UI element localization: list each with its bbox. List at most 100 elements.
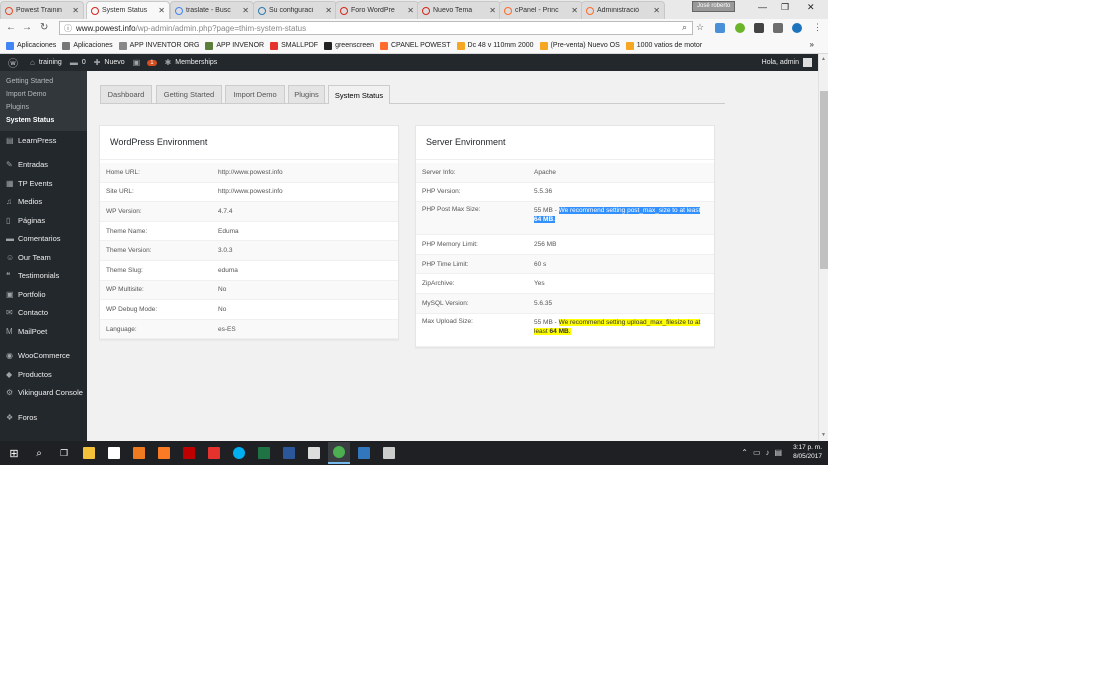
- nav-tab[interactable]: Plugins: [288, 85, 325, 103]
- start-button[interactable]: ⊞: [3, 443, 25, 463]
- sidebar-item[interactable]: ◆ Productos: [0, 365, 87, 384]
- taskbar-app[interactable]: [203, 443, 225, 463]
- bookmark-item[interactable]: Aplicaciones: [6, 41, 56, 50]
- adminbar-site[interactable]: ⌂ training: [30, 58, 62, 67]
- browser-tab[interactable]: System Status ✕: [86, 1, 170, 19]
- sidebar-item[interactable]: M MailPoet: [0, 322, 87, 341]
- bookmarks-overflow-icon[interactable]: »: [810, 40, 814, 49]
- page-scrollbar[interactable]: ▲ ▼: [818, 54, 828, 441]
- sidebar-item[interactable]: ✎ Entradas: [0, 156, 87, 175]
- tab-close-icon[interactable]: ✕: [407, 6, 414, 15]
- sidebar-item[interactable]: ❝ Testimonials: [0, 267, 87, 286]
- scroll-up-icon[interactable]: ▲: [821, 56, 826, 62]
- adminbar-memberships[interactable]: ✱ Memberships: [165, 58, 218, 67]
- sidebar-item[interactable]: ♫ Medios: [0, 193, 87, 212]
- page-info-icon[interactable]: ⓘ: [64, 23, 72, 34]
- taskbar-app[interactable]: [378, 443, 400, 463]
- sidebar-item[interactable]: ▯ Páginas: [0, 211, 87, 230]
- back-icon[interactable]: ←: [6, 22, 16, 33]
- forward-icon[interactable]: →: [22, 22, 32, 33]
- bookmark-item[interactable]: 1000 vatios de motor: [625, 41, 702, 50]
- clock[interactable]: 3:17 p. m. 8/05/2017: [793, 443, 822, 461]
- sidebar-item[interactable]: ▦ TP Events: [0, 174, 87, 193]
- address-bar[interactable]: ⓘ www.powest.info/wp-admin/admin.php?pag…: [59, 21, 693, 35]
- nav-tab[interactable]: Getting Started: [156, 85, 222, 103]
- tab-close-icon[interactable]: ✕: [72, 6, 79, 15]
- volume-icon[interactable]: ♪: [766, 448, 770, 457]
- bookmark-item[interactable]: APP INVENTOR ORG: [118, 41, 199, 50]
- taskbar-app[interactable]: [303, 443, 325, 463]
- scroll-down-icon[interactable]: ▼: [821, 432, 826, 438]
- adminbar-account[interactable]: Hola, admin: [762, 58, 812, 67]
- sidebar-item[interactable]: ▬ Comentarios: [0, 230, 87, 249]
- sidebar-item[interactable]: ▣ Portfolio: [0, 285, 87, 304]
- submenu-item[interactable]: Plugins: [0, 101, 87, 114]
- tab-close-icon[interactable]: ✕: [158, 6, 165, 15]
- browser-tab[interactable]: Foro WordPre ✕: [335, 1, 419, 19]
- wordpress-logo-icon[interactable]: ⓦ: [8, 55, 22, 70]
- extension-blue-icon[interactable]: [792, 23, 802, 33]
- browser-tab[interactable]: Powest Trainin ✕: [0, 1, 84, 19]
- extension-dark-icon[interactable]: [754, 23, 764, 33]
- browser-tab[interactable]: Su configuraci ✕: [253, 1, 337, 19]
- sidebar-item[interactable]: ⚙ Vikinguard Console: [0, 384, 87, 403]
- taskbar-app[interactable]: [153, 443, 175, 463]
- sidebar-item[interactable]: ☺ Our Team: [0, 248, 87, 267]
- battery-icon[interactable]: ▭: [753, 448, 761, 457]
- network-icon[interactable]: ▤: [775, 448, 783, 457]
- nav-tab[interactable]: System Status: [328, 85, 390, 104]
- bookmark-star-icon[interactable]: ☆: [696, 22, 704, 33]
- bookmark-item[interactable]: APP INVENOR: [205, 41, 264, 50]
- bookmark-item[interactable]: (Pre-venta) Nuevo OS: [539, 41, 620, 50]
- task-view-button[interactable]: ❐: [53, 443, 75, 463]
- scrollbar-thumb[interactable]: [820, 91, 828, 269]
- adminbar-new[interactable]: ✚ Nuevo: [94, 58, 125, 67]
- sidebar-item[interactable]: ✉ Contacto: [0, 304, 87, 323]
- nav-tab[interactable]: Dashboard: [100, 85, 152, 103]
- taskbar-app[interactable]: [253, 443, 275, 463]
- taskbar-app[interactable]: [128, 443, 150, 463]
- recommendation-warning[interactable]: We recommend setting post_max_size to at…: [534, 207, 701, 224]
- search-button[interactable]: ⌕: [28, 443, 50, 463]
- sidebar-item[interactable]: ◉ WooCommerce: [0, 347, 87, 366]
- tab-close-icon[interactable]: ✕: [489, 6, 496, 15]
- zoom-search-icon[interactable]: ⌕: [682, 22, 687, 33]
- bookmark-item[interactable]: CPANEL POWEST: [380, 41, 451, 50]
- submenu-item[interactable]: Import Demo: [0, 88, 87, 101]
- taskbar-app[interactable]: [228, 443, 250, 463]
- browser-tab[interactable]: Nuevo Tema ✕: [417, 1, 501, 19]
- taskbar-app[interactable]: [328, 442, 350, 464]
- translate-extension-icon[interactable]: [715, 23, 725, 33]
- tab-close-icon[interactable]: ✕: [653, 6, 660, 15]
- taskbar-app[interactable]: [353, 443, 375, 463]
- taskbar-app[interactable]: [178, 443, 200, 463]
- reload-icon[interactable]: ↻: [40, 22, 48, 33]
- submenu-item[interactable]: Getting Started: [0, 75, 87, 88]
- sidebar-item[interactable]: ❖ Foros: [0, 408, 87, 427]
- extension-green-icon[interactable]: [735, 23, 745, 33]
- tray-expand-icon[interactable]: ⌃: [741, 448, 748, 457]
- browser-tab[interactable]: traslate - Busc ✕: [170, 1, 254, 19]
- adminbar-comments[interactable]: ▬ 0: [70, 58, 86, 67]
- taskbar-app[interactable]: [78, 443, 100, 463]
- tab-close-icon[interactable]: ✕: [571, 6, 578, 15]
- profile-button[interactable]: José roberto: [692, 1, 736, 12]
- bookmark-item[interactable]: Aplicaciones: [62, 41, 113, 50]
- taskbar-app[interactable]: [278, 443, 300, 463]
- sidebar-item[interactable]: ▤ LearnPress: [0, 131, 87, 150]
- bookmark-item[interactable]: Dc 48 v 110mm 2000: [456, 41, 534, 50]
- minimize-icon[interactable]: —: [758, 2, 767, 12]
- bookmark-item[interactable]: SMALLPDF: [270, 41, 318, 50]
- restore-icon[interactable]: ❐: [781, 2, 789, 13]
- bookmark-item[interactable]: greenscreen: [324, 41, 374, 50]
- nav-tab[interactable]: Import Demo: [225, 85, 285, 103]
- taskbar-app[interactable]: [103, 443, 125, 463]
- menu-icon[interactable]: ⋮: [813, 22, 822, 33]
- recommendation-warning[interactable]: We recommend setting upload_max_filesize…: [534, 318, 701, 335]
- adminbar-updates[interactable]: ▣ 1: [133, 58, 157, 67]
- submenu-item[interactable]: System Status: [0, 114, 87, 127]
- extension-grey-icon[interactable]: [773, 23, 783, 33]
- browser-tab[interactable]: Administració ✕: [581, 1, 665, 19]
- tab-close-icon[interactable]: ✕: [242, 6, 249, 15]
- browser-tab[interactable]: cPanel - Princ ✕: [499, 1, 583, 19]
